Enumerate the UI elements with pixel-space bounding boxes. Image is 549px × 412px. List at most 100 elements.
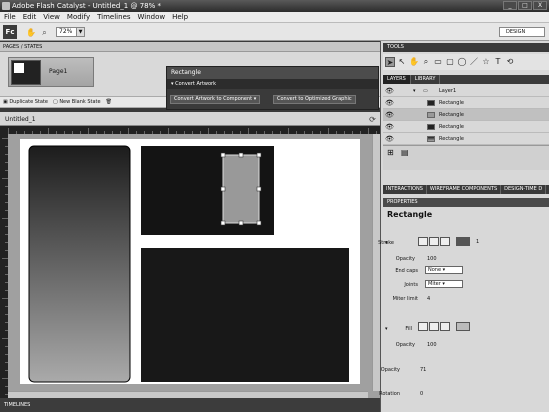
chevron-down-icon[interactable]: ▼: [76, 27, 85, 37]
properties-tabs: INTERACTIONS WIREFRAME COMPONENTS DESIGN…: [383, 185, 549, 194]
duplicate-state-button[interactable]: ▣ Duplicate State: [3, 99, 48, 105]
zoom-icon[interactable]: ⌕: [40, 28, 49, 37]
minimize-button[interactable]: _: [503, 1, 517, 10]
expand-icon[interactable]: ▾: [413, 85, 416, 97]
direct-select-icon[interactable]: ↖: [397, 57, 407, 67]
fill-type-radial-button[interactable]: [440, 322, 450, 331]
tab-layers[interactable]: LAYERS: [383, 75, 411, 84]
convert-to-component-button[interactable]: Convert Artwork to Component ▾: [170, 95, 261, 104]
page-thumbnail[interactable]: Page1: [8, 57, 94, 87]
stroke-opacity-label: Opacity: [395, 256, 415, 262]
workspace-select[interactable]: DESIGN: [499, 27, 545, 37]
refresh-icon[interactable]: ⟳: [368, 115, 377, 124]
joints-label: Joints: [404, 282, 418, 288]
folder-icon: ▭: [423, 88, 428, 94]
rounded-rectangle-icon[interactable]: ▢: [445, 57, 455, 67]
selection-arrow-icon[interactable]: ➤: [385, 57, 395, 67]
maximize-button[interactable]: □: [518, 1, 532, 10]
miter-limit-value[interactable]: 4: [427, 296, 430, 302]
heads-up-display: Rectangle ▾ Convert Artwork Convert Artw…: [166, 66, 379, 110]
tab-library[interactable]: LIBRARY: [411, 75, 441, 84]
fill-label: Fill: [405, 326, 412, 332]
layer-item-row[interactable]: 👁 Rectangle: [383, 121, 549, 133]
layer-item-row[interactable]: 👁 Rectangle: [383, 97, 549, 109]
eye-icon[interactable]: 👁: [385, 109, 394, 121]
vertical-scrollbar[interactable]: [372, 134, 380, 391]
end-caps-select[interactable]: None ▾: [425, 266, 463, 274]
tab-wireframe-components[interactable]: WIREFRAME COMPONENTS: [427, 185, 502, 194]
eye-icon[interactable]: 👁: [385, 97, 394, 109]
timelines-panel[interactable]: TIMELINES: [0, 398, 380, 412]
artboard[interactable]: [20, 139, 360, 384]
delete-icon[interactable]: 🗑: [106, 99, 112, 105]
opacity-value[interactable]: 71: [420, 367, 426, 373]
line-icon[interactable]: ／: [469, 57, 479, 67]
eye-icon[interactable]: 👁: [385, 133, 394, 145]
horizontal-ruler: [0, 126, 380, 134]
layer-item-name: Rectangle: [439, 124, 464, 130]
menu-help[interactable]: Help: [172, 13, 188, 21]
fill-color-swatch[interactable]: [456, 322, 470, 331]
selected-gray-rectangle: [222, 154, 260, 224]
layer-row[interactable]: 👁 ▾ ▭ Layer1: [383, 85, 549, 97]
layer-item-row-selected[interactable]: 👁 Rectangle: [383, 109, 549, 121]
layer-item-row[interactable]: 👁 Rectangle: [383, 133, 549, 145]
rectangle-thumbnail: [427, 124, 435, 130]
app-logo: Fc: [3, 25, 17, 39]
rotation-label: Rotation: [379, 391, 400, 397]
menu-edit[interactable]: Edit: [23, 13, 37, 21]
tab-interactions[interactable]: INTERACTIONS: [383, 185, 427, 194]
ellipse-icon[interactable]: ◯: [457, 57, 467, 67]
menu-timelines[interactable]: Timelines: [97, 13, 130, 21]
stroke-opacity-value[interactable]: 100: [427, 256, 437, 262]
end-caps-label: End caps: [395, 268, 418, 274]
tools-header: TOOLS: [383, 43, 549, 52]
tab-untitled[interactable]: Untitled_1: [2, 114, 62, 126]
layer-item-name: Rectangle: [439, 100, 464, 106]
menu-view[interactable]: View: [43, 13, 60, 21]
rectangle-thumbnail: [427, 136, 435, 142]
text-icon[interactable]: T: [493, 57, 503, 67]
rotation-value[interactable]: 0: [420, 391, 423, 397]
fill-type-linear-button[interactable]: [429, 322, 439, 331]
joints-select[interactable]: Miter ▾: [425, 280, 463, 288]
star-icon[interactable]: ☆: [481, 57, 491, 67]
menu-bar: File Edit View Modify Timelines Window H…: [0, 12, 549, 23]
menu-window[interactable]: Window: [138, 13, 166, 21]
rectangle-icon[interactable]: ▭: [433, 57, 443, 67]
new-blank-state-button[interactable]: ▢ New Blank State: [53, 99, 101, 105]
horizontal-scrollbar[interactable]: [8, 391, 368, 398]
close-button[interactable]: X: [533, 1, 547, 10]
hand-icon[interactable]: ✋: [409, 57, 419, 67]
title-bar: Adobe Flash Catalyst - Untitled_1 @ 78% …: [0, 0, 549, 12]
vertical-ruler: [0, 134, 8, 398]
layers-tabs: LAYERS LIBRARY: [383, 75, 549, 84]
hand-icon[interactable]: ✋: [26, 28, 36, 37]
menu-modify[interactable]: Modify: [67, 13, 90, 21]
menu-file[interactable]: File: [4, 13, 16, 21]
stroke-label: Stroke: [378, 240, 394, 246]
layer-item-name: Rectangle: [439, 136, 464, 142]
dark-rectangle-bottom: [141, 248, 349, 382]
stroke-inside-button[interactable]: [418, 237, 428, 246]
miter-limit-label: Miter limit: [392, 296, 418, 302]
stroke-center-button[interactable]: [429, 237, 439, 246]
hud-section[interactable]: ▾ Convert Artwork: [167, 79, 378, 89]
stroke-weight[interactable]: 1: [476, 239, 479, 245]
zoom-icon[interactable]: ⌕: [421, 57, 431, 67]
eye-icon[interactable]: 👁: [385, 85, 394, 97]
convert-to-optimized-graphic-button[interactable]: Convert to Optimized Graphic: [273, 95, 356, 104]
new-layer-icon[interactable]: ⊞: [387, 148, 394, 157]
fill-opacity-label: Opacity: [395, 342, 415, 348]
fill-type-solid-button[interactable]: [418, 322, 428, 331]
tab-design-time-data[interactable]: DESIGN-TIME D: [501, 185, 547, 194]
new-sublayer-icon[interactable]: ▤: [401, 148, 409, 157]
eye-icon[interactable]: 👁: [385, 121, 394, 133]
3d-rotate-icon[interactable]: ⟲: [505, 57, 515, 67]
hud-title: Rectangle: [167, 67, 378, 79]
stroke-outside-button[interactable]: [440, 237, 450, 246]
opacity-label: Opacity: [380, 367, 400, 373]
stroke-color-swatch[interactable]: [456, 237, 470, 246]
fill-opacity-value[interactable]: 100: [427, 342, 437, 348]
thumbnail-preview: [11, 60, 41, 85]
